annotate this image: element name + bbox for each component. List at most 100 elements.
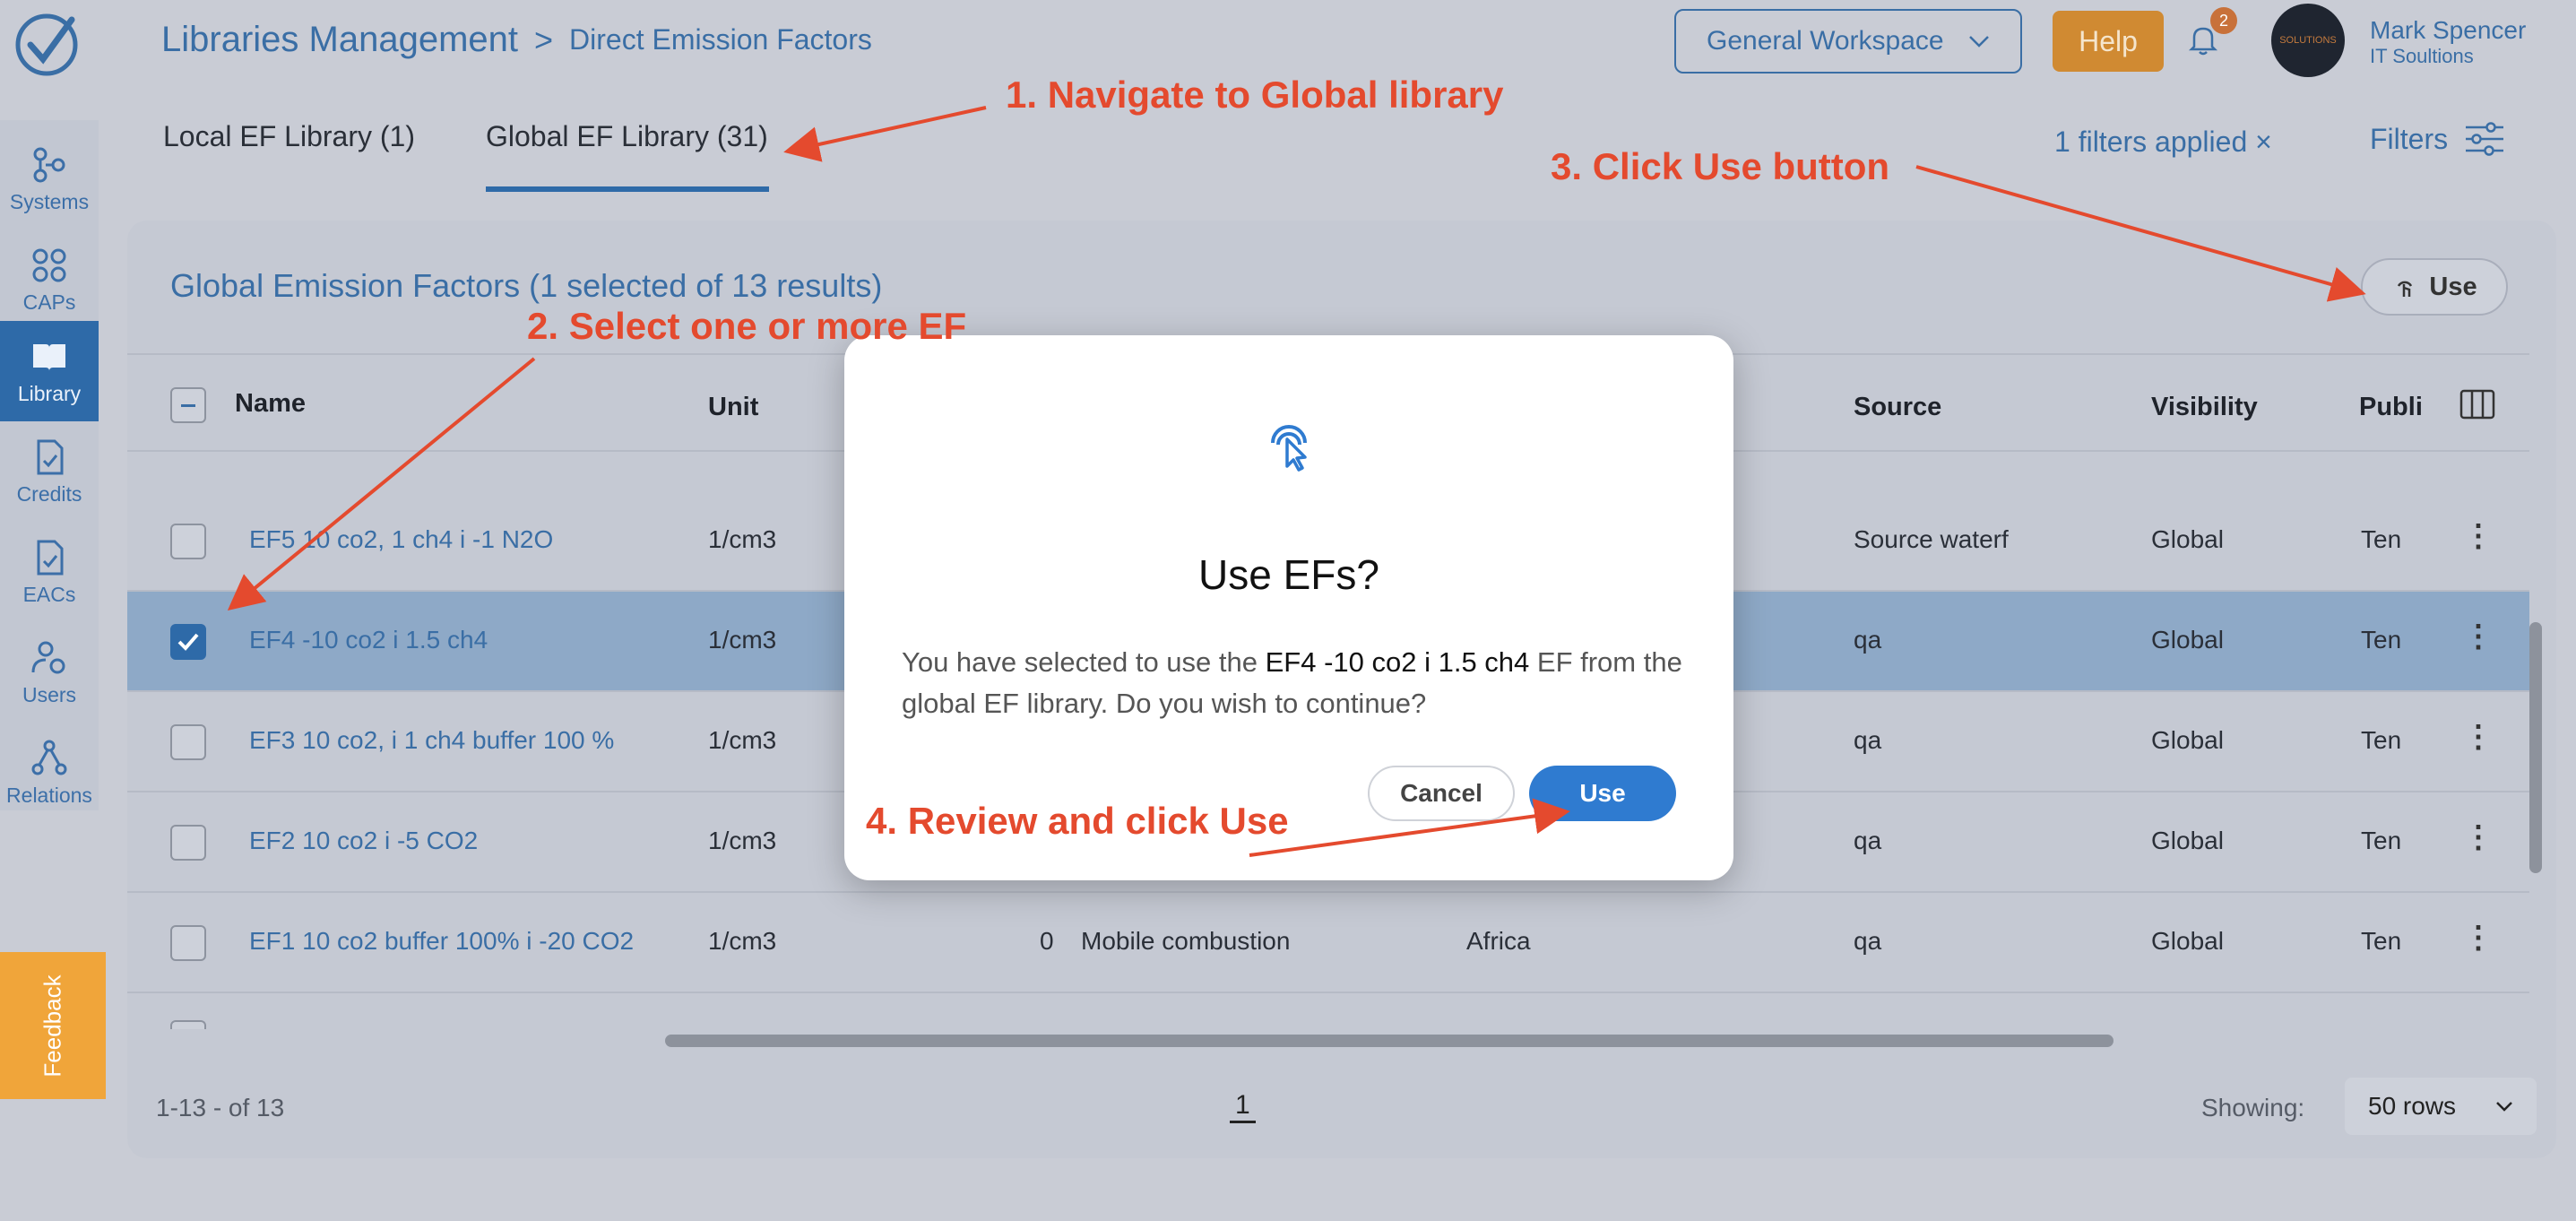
visibility-cell: Global (2151, 927, 2224, 955)
sidebar-item-label: Credits (16, 481, 82, 506)
sidebar-item-eacs[interactable]: EACs (0, 522, 99, 622)
app-logo-icon[interactable] (13, 11, 81, 79)
document-check-icon (37, 439, 64, 474)
ef-name-link[interactable]: EF5 10 co2, 1 ch4 i -1 N2O (249, 525, 553, 554)
unit-cell: 1/cm3 (708, 927, 777, 955)
sidebar-item-label: Users (22, 682, 77, 706)
sidebar-item-credits[interactable]: Credits (0, 421, 99, 522)
published-cell: Ten (2361, 626, 2402, 654)
cancel-button[interactable]: Cancel (1368, 766, 1515, 821)
breadcrumb: Libraries Management > Direct Emission F… (161, 20, 872, 60)
filters-label: Filters (2370, 122, 2449, 155)
unit-cell: 1/cm3 (708, 525, 777, 553)
sidebar-item-label: EACs (22, 582, 76, 606)
category-cell: Mobile combustion (1081, 927, 1291, 955)
ef-name-link[interactable]: EF4 -10 co2 i 1.5 ch4 (249, 626, 488, 654)
workspace-select[interactable]: General Workspace (1674, 9, 2022, 74)
source-cell: qa (1854, 626, 1882, 654)
columns-icon[interactable] (2459, 389, 2495, 420)
annotation-step-2: 2. Select one or more EF (527, 305, 967, 347)
source-cell: qa (1854, 927, 1882, 955)
breadcrumb-root[interactable]: Libraries Management (161, 20, 518, 60)
sidebar: Systems CAPs Library Credits EACs Users … (0, 0, 106, 1221)
column-header-published[interactable]: Publi (2359, 393, 2423, 422)
row-checkbox[interactable] (170, 825, 206, 861)
sidebar-item-label: Library (17, 381, 82, 405)
visibility-cell: Global (2151, 525, 2224, 553)
row-checkbox[interactable] (170, 1020, 206, 1029)
workspace-value: General Workspace (1707, 26, 1944, 56)
panel-title: Global Emission Factors (1 selected of 1… (170, 267, 883, 304)
check-icon (177, 633, 199, 651)
horizontal-scrollbar[interactable] (665, 1035, 2114, 1047)
chevron-down-icon (1969, 36, 1989, 48)
tab-global-library[interactable]: Global EF Library (31) (486, 120, 768, 153)
use-button-label: Use (2429, 272, 2477, 301)
source-cell: qa (1854, 726, 1882, 754)
sidebar-item-label: CAPs (22, 290, 76, 314)
systems-icon (33, 147, 65, 182)
visibility-cell: Global (2151, 626, 2224, 654)
sidebar-item-users[interactable]: Users (0, 622, 99, 723)
row-checkbox[interactable] (170, 925, 206, 961)
sidebar-nav: Systems CAPs Library Credits EACs Users … (0, 120, 99, 810)
sidebar-item-library[interactable]: Library (0, 321, 99, 421)
more-vertical-icon[interactable]: ⋮ (2463, 619, 2494, 654)
user-organization: IT Soultions (2370, 45, 2474, 67)
select-all-checkbox[interactable] (170, 387, 206, 423)
visibility-cell: Global (2151, 827, 2224, 854)
column-header-unit[interactable]: Unit (708, 393, 758, 422)
arrow-step-1 (783, 106, 987, 162)
unit-cell: 1/cm3 (708, 726, 777, 754)
rows-per-page-select[interactable]: 50 rows (2345, 1078, 2537, 1135)
help-button[interactable]: Help (2053, 11, 2164, 72)
close-icon[interactable]: × (2255, 126, 2272, 158)
sidebar-item-label: Systems (9, 189, 90, 213)
column-header-visibility[interactable]: Visibility (2151, 393, 2258, 422)
grid-icon (32, 248, 66, 281)
published-cell: Ten (2361, 525, 2402, 553)
more-vertical-icon[interactable]: ⋮ (2463, 819, 2494, 855)
column-header-source[interactable]: Source (1854, 393, 1941, 422)
book-icon (33, 343, 65, 371)
filters-applied-chip[interactable]: 1 filters applied × (2054, 126, 2272, 159)
tap-icon (1271, 425, 1307, 472)
showing-label: Showing: (2201, 1094, 2305, 1121)
row-checkbox[interactable] (170, 524, 206, 559)
more-vertical-icon[interactable]: ⋮ (2463, 719, 2494, 755)
avatar-text: SOLUTIONS (2279, 35, 2337, 46)
column-header-name[interactable]: Name (235, 389, 306, 419)
row-checkbox[interactable] (170, 724, 206, 760)
ef-name-link[interactable]: EF1 10 co2 buffer 100% i -20 CO2 (249, 927, 634, 956)
row-checkbox[interactable] (170, 624, 206, 660)
confirm-use-button[interactable]: Use (1529, 766, 1676, 821)
sidebar-item-relations[interactable]: Relations (0, 723, 99, 823)
ef-name-link[interactable]: EF3 10 co2, i 1 ch4 buffer 100 % (249, 726, 614, 755)
notification-badge: 2 (2210, 7, 2237, 34)
document-check-icon (37, 540, 64, 575)
feedback-button[interactable]: Feedback (0, 952, 106, 1099)
dialog-message-prefix: You have selected to use the (902, 646, 1266, 678)
more-vertical-icon[interactable]: ⋮ (2463, 920, 2494, 956)
annotation-step-4: 4. Review and click Use (866, 800, 1289, 842)
annotation-step-1: 1. Navigate to Global library (1006, 74, 1504, 116)
vertical-scrollbar[interactable] (2529, 622, 2542, 873)
visibility-cell: Global (2151, 726, 2224, 754)
sidebar-item-systems[interactable]: Systems (0, 129, 99, 229)
table-row[interactable]: EF1 10 co2 buffer 100% i -20 CO2 1/cm3 0… (127, 893, 2529, 993)
more-vertical-icon[interactable]: ⋮ (2463, 518, 2494, 554)
tab-local-library[interactable]: Local EF Library (1) (163, 120, 415, 153)
avatar[interactable]: SOLUTIONS (2271, 4, 2345, 77)
user-name[interactable]: Mark Spencer (2370, 16, 2526, 45)
use-efs-dialog: Use EFs? You have selected to use the EF… (844, 335, 1733, 880)
page-button[interactable]: 1 (1230, 1090, 1256, 1123)
selected-ef-name: EF4 -10 co2 i 1.5 ch4 (1265, 646, 1530, 678)
filters-button[interactable]: Filters (2370, 122, 2505, 156)
sidebar-item-caps[interactable]: CAPs (0, 229, 99, 330)
value-cell: 0 (1040, 927, 1054, 955)
dialog-message: You have selected to use the EF4 -10 co2… (902, 642, 1690, 724)
unit-cell: 1/cm3 (708, 626, 777, 654)
ef-name-link[interactable]: EF2 10 co2 i -5 CO2 (249, 827, 478, 855)
use-button[interactable]: Use (2361, 258, 2508, 316)
table-row[interactable] (127, 993, 2529, 1029)
